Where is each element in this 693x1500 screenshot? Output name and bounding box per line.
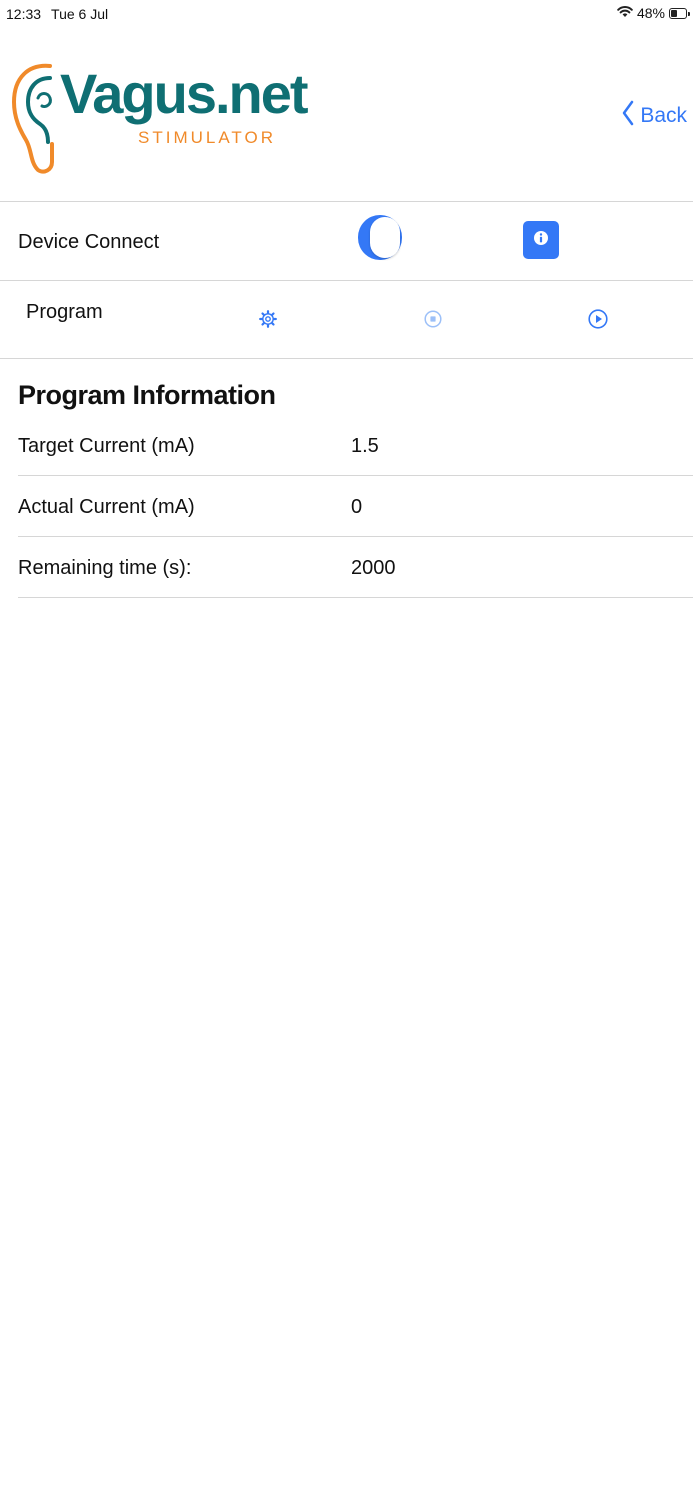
program-label: Program: [26, 301, 103, 323]
device-connect-toggle[interactable]: [358, 215, 402, 260]
header: Vagus.net STIMULATOR Back: [0, 30, 693, 202]
logo-title: Vagus.net: [60, 62, 309, 125]
app-logo: Vagus.net STIMULATOR: [10, 58, 309, 178]
target-current-label: Target Current (mA): [18, 435, 195, 457]
chevron-left-icon: [622, 100, 634, 132]
status-left: 12:33 Tue 6 Jul: [6, 6, 108, 22]
status-right: 48%: [617, 5, 690, 21]
back-button[interactable]: Back: [622, 100, 687, 132]
remaining-time-label: Remaining time (s):: [18, 557, 192, 579]
back-label: Back: [640, 104, 687, 127]
target-current-value: 1.5: [351, 435, 379, 457]
settings-gear-icon[interactable]: [258, 309, 278, 329]
divider: [0, 280, 693, 281]
program-information-title: Program Information: [18, 380, 276, 410]
logo-subtitle: STIMULATOR: [138, 128, 276, 147]
remaining-time-value: 2000: [351, 557, 396, 579]
stop-icon[interactable]: [423, 309, 443, 329]
wifi-icon: [617, 5, 633, 21]
divider: [18, 597, 693, 598]
info-icon: [533, 230, 549, 251]
info-button[interactable]: [523, 221, 559, 259]
battery-percent: 48%: [636, 5, 665, 21]
status-bar: 12:33 Tue 6 Jul 48%: [0, 0, 693, 30]
play-icon[interactable]: [587, 308, 609, 330]
status-date: Tue 6 Jul: [51, 6, 109, 22]
battery-icon: [669, 7, 690, 19]
divider: [18, 475, 693, 476]
toggle-knob: [370, 217, 400, 258]
status-time: 12:33: [6, 6, 42, 22]
divider: [0, 358, 693, 359]
actual-current-value: 0: [351, 496, 363, 518]
divider: [18, 536, 693, 537]
actual-current-label: Actual Current (mA): [18, 496, 195, 518]
device-connect-label: Device Connect: [18, 231, 160, 253]
